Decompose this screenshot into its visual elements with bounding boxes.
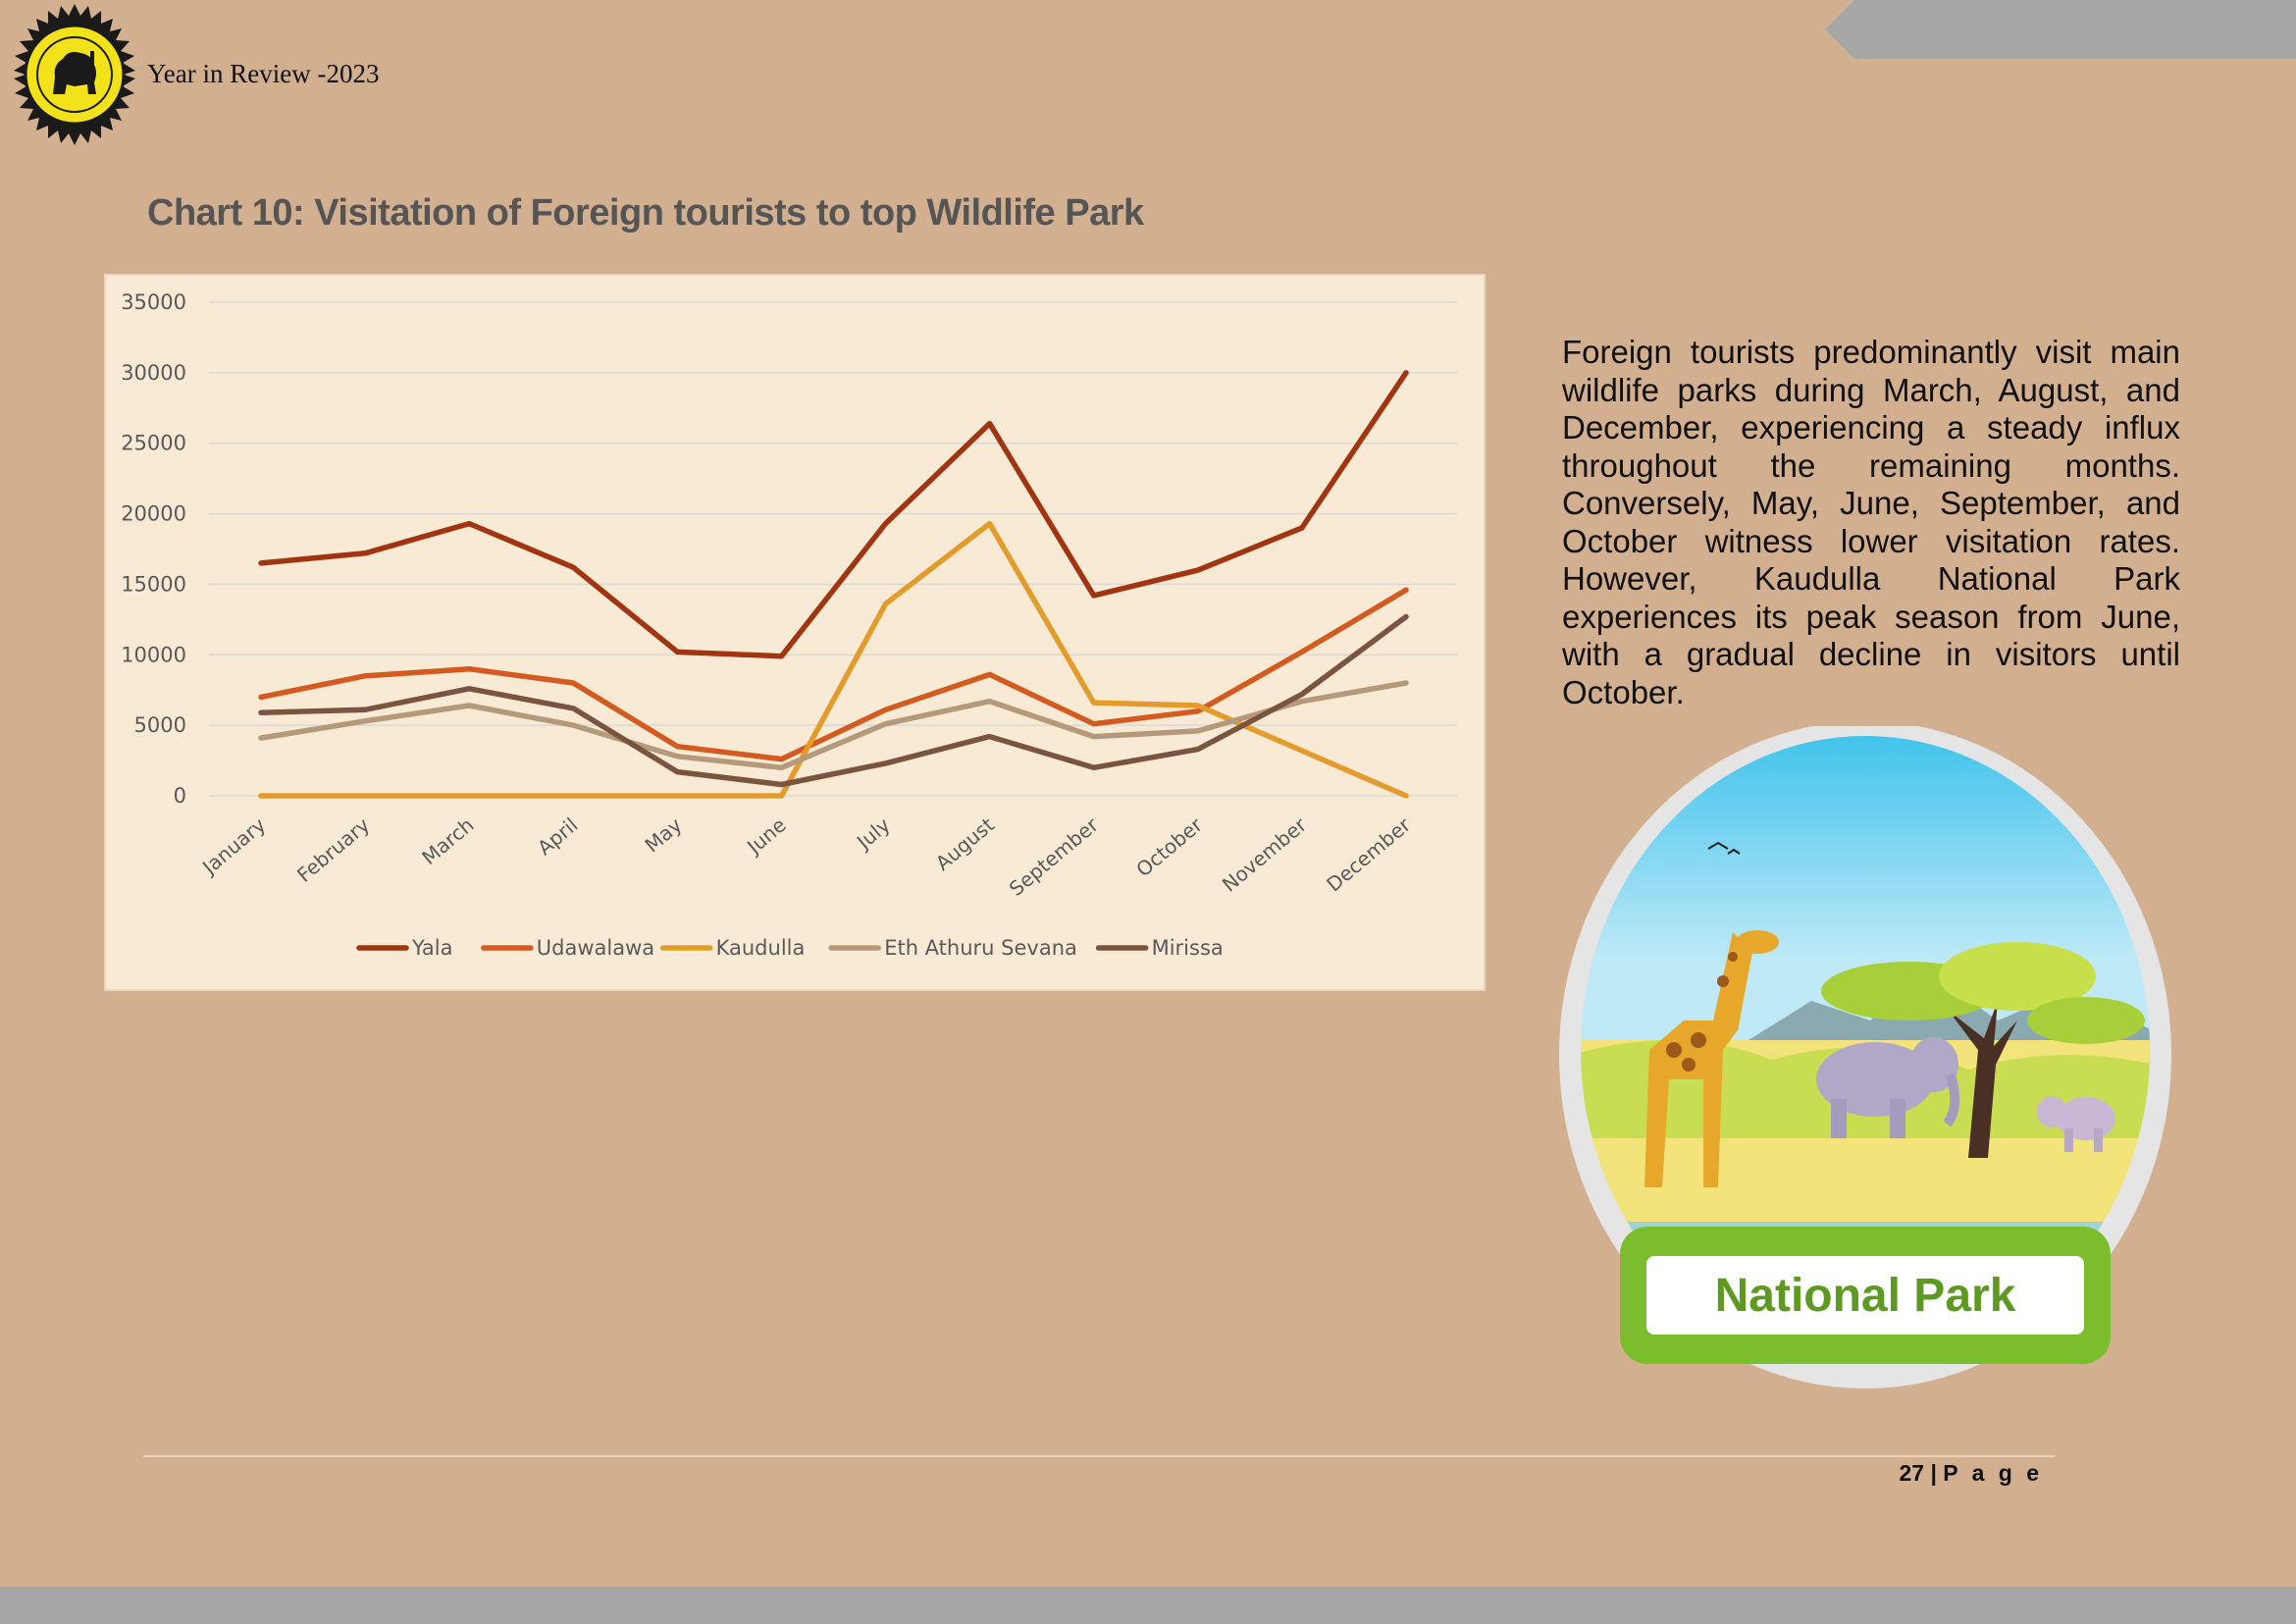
legend-label: Eth Athuru Sevana — [884, 936, 1077, 960]
chart-title: Chart 10: Visitation of Foreign tourists… — [147, 192, 1144, 234]
chart-description: Foreign tourists predominantly visit mai… — [1562, 334, 2180, 710]
footer-accent-bar — [0, 1587, 2296, 1624]
x-tick-label: December — [1322, 812, 1415, 897]
x-tick-label: September — [1005, 812, 1104, 901]
legend-label: Udawalawa — [537, 936, 654, 960]
x-tick-label: March — [417, 812, 478, 869]
header-accent-bar — [1825, 0, 2296, 59]
legend-label: Yala — [411, 936, 453, 960]
report-header-title: Year in Review -2023 — [147, 59, 380, 88]
legend-label: Mirissa — [1152, 936, 1224, 960]
x-tick-label: January — [196, 812, 270, 880]
x-tick-label: February — [292, 812, 374, 886]
page-number: 27 | P a g e — [1899, 1460, 2043, 1487]
y-tick-label: 30000 — [121, 361, 186, 385]
line-chart-frame: 0 5000 10000 15000 20000 25000 30000 35000 Janua… — [104, 274, 1486, 991]
y-tick-label: 20000 — [121, 502, 186, 526]
x-tick-label: June — [741, 812, 790, 860]
x-tick-label: May — [640, 812, 686, 857]
line-chart: 0 5000 10000 15000 20000 25000 30000 35000 Janua… — [121, 290, 1458, 960]
y-tick-label: 15000 — [121, 572, 186, 596]
y-tick-label: 25000 — [121, 432, 186, 455]
x-tick-label: October — [1131, 812, 1207, 881]
footer-divider — [143, 1455, 2055, 1457]
x-tick-label: August — [931, 812, 999, 874]
emblem-logo — [14, 4, 135, 145]
y-tick-label: 35000 — [121, 290, 186, 314]
page-number-value: 27 — [1899, 1460, 1925, 1486]
x-tick-label: July — [851, 812, 895, 855]
y-tick-label: 0 — [174, 784, 186, 808]
x-tick-label: November — [1218, 812, 1312, 897]
emblem-sword — [90, 51, 94, 80]
x-tick-label: April — [533, 812, 582, 860]
park-badge-label: National Park — [1715, 1270, 2016, 1322]
y-tick-label: 10000 — [121, 643, 186, 666]
page-word: P a g e — [1943, 1460, 2043, 1486]
series-line — [258, 587, 1409, 762]
series-line — [258, 520, 1409, 799]
page-number-separator: | — [1930, 1460, 1937, 1486]
y-tick-label: 5000 — [134, 713, 186, 737]
national-park-illustration: National Park — [1559, 726, 2171, 1388]
legend-label: Kaudulla — [716, 936, 806, 960]
park-scene — [1581, 736, 2150, 1261]
